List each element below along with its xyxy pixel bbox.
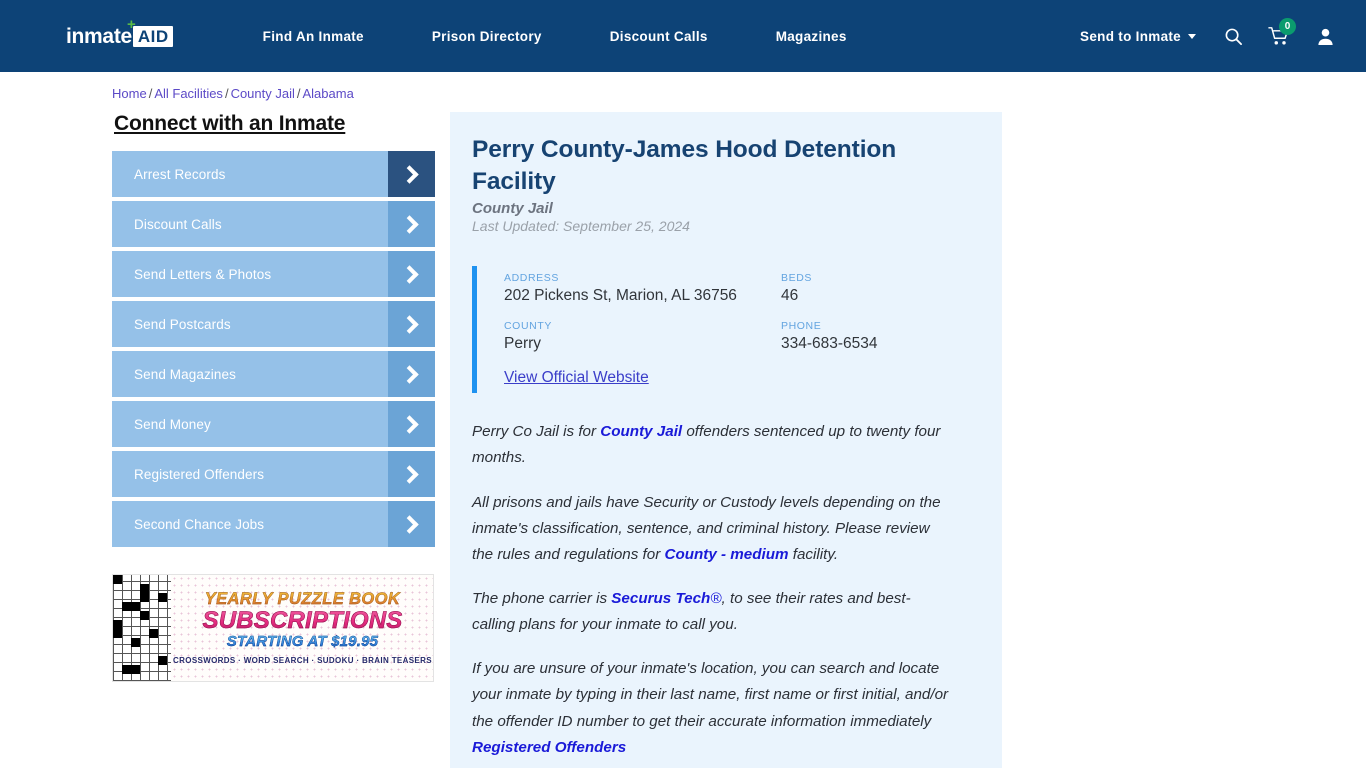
sidebar-item-send-postcards[interactable]: Send Postcards	[112, 301, 435, 347]
registered-offenders-link[interactable]: Registered Offenders	[472, 739, 626, 756]
info-label: COUNTY	[504, 319, 552, 332]
sidebar-item-send-letters-photos[interactable]: Send Letters & Photos	[112, 251, 435, 297]
chevron-right-icon	[388, 151, 435, 197]
search-icon	[1225, 28, 1242, 45]
header-actions: Send to Inmate 0	[1072, 16, 1348, 56]
ad-headline-2: SUBSCRIPTIONS	[202, 606, 403, 634]
sidebar-item-discount-calls[interactable]: Discount Calls	[112, 201, 435, 247]
p2-text-b: facility.	[788, 545, 839, 563]
chevron-right-icon	[388, 451, 435, 497]
sidebar-item-label: Send Letters & Photos	[134, 266, 272, 282]
official-website-row: View Official Website	[504, 369, 952, 387]
chevron-right-icon	[388, 351, 435, 397]
info-label: BEDS	[781, 271, 812, 284]
sidebar-item-label: Discount Calls	[134, 216, 222, 232]
chevron-right-icon	[388, 251, 435, 297]
send-to-inmate-label: Send to Inmate	[1080, 28, 1181, 44]
paragraph-3: The phone carrier is Securus Tech®, to s…	[472, 586, 952, 638]
nav-discount-calls[interactable]: Discount Calls	[576, 29, 742, 44]
site-header: inmate AID + Find An Inmate Prison Direc…	[0, 0, 1366, 72]
breadcrumb-separator: /	[148, 86, 153, 101]
breadcrumb-separator: /	[224, 86, 229, 101]
sidebar-item-send-magazines[interactable]: Send Magazines	[112, 351, 435, 397]
sidebar-item-label: Send Money	[134, 416, 211, 432]
breadcrumb-item-county-jail[interactable]: County Jail	[231, 86, 295, 101]
user-account-icon	[1317, 28, 1333, 45]
paragraph-1: Perry Co Jail is for County Jail offende…	[472, 419, 952, 471]
sidebar-item-label: Second Chance Jobs	[134, 516, 265, 532]
logo-aid-badge: AID	[132, 25, 173, 47]
breadcrumb-item-alabama[interactable]: Alabama	[303, 86, 354, 101]
ad-category-list: CROSSWORDS · WORD SEARCH · SUDOKU · BRAI…	[173, 655, 432, 665]
logo-plus-icon: +	[127, 16, 136, 33]
nav-prison-directory[interactable]: Prison Directory	[398, 29, 576, 44]
county-jail-link[interactable]: County Jail	[600, 423, 682, 440]
chevron-right-icon	[388, 401, 435, 447]
last-updated: Last Updated: September 25, 2024	[472, 217, 690, 234]
info-label: ADDRESS	[504, 271, 559, 284]
sidebar-item-registered-offenders[interactable]: Registered Offenders	[112, 451, 435, 497]
chevron-down-icon	[1188, 33, 1196, 39]
paragraph-2: All prisons and jails have Security or C…	[472, 490, 952, 568]
nav-magazines[interactable]: Magazines	[742, 29, 881, 44]
p1-text-a: Perry Co Jail is for	[472, 423, 601, 441]
breadcrumb-item-home[interactable]: Home	[112, 86, 147, 101]
p3-text-a: The phone carrier is	[472, 590, 612, 608]
info-cell-phone: PHONE 334-683-6534	[781, 320, 952, 354]
crossword-graphic	[113, 575, 171, 681]
search-button[interactable]	[1210, 16, 1256, 56]
breadcrumb: Home / All Facilities / County Jail / Alabama	[112, 86, 354, 101]
paragraph-4: If you are unsure of your inmate's locat…	[472, 656, 952, 761]
info-value: 334-683-6534	[781, 334, 878, 352]
p4-text-a: If you are unsure of your inmate's locat…	[472, 660, 949, 730]
cart-button[interactable]: 0	[1256, 16, 1302, 56]
info-label: PHONE	[781, 319, 822, 332]
ad-copy: YEARLY PUZZLE BOOK SUBSCRIPTIONS STARTIN…	[171, 575, 433, 681]
sidebar-item-arrest-records[interactable]: Arrest Records	[112, 151, 435, 197]
site-logo[interactable]: inmate AID +	[66, 17, 173, 51]
sidebar-item-label: Send Magazines	[134, 366, 236, 382]
primary-nav: Find An Inmate Prison Directory Discount…	[229, 29, 881, 44]
sidebar-item-send-money[interactable]: Send Money	[112, 401, 435, 447]
view-official-website-link[interactable]: View Official Website	[504, 369, 649, 386]
info-value: Perry	[504, 334, 542, 352]
sidebar-item-label: Arrest Records	[134, 166, 226, 182]
page-body: Home / All Facilities / County Jail / Alabama …	[0, 72, 1366, 768]
page-title: Perry County-James Hood Detention Facili…	[472, 136, 897, 195]
breadcrumb-item-all-facilities[interactable]: All Facilities	[154, 86, 223, 101]
logo-wordmark: inmate	[66, 24, 132, 48]
chevron-right-icon	[388, 201, 435, 247]
county-medium-link[interactable]: County - medium	[665, 546, 789, 563]
facility-description: Perry Co Jail is for County Jail offende…	[472, 419, 952, 761]
facility-info-box: ADDRESS 202 Pickens St, Marion, AL 36756…	[472, 265, 952, 394]
securus-tech-link[interactable]: Securus Tech	[611, 590, 710, 607]
ad-price-line: STARTING AT $19.95	[226, 633, 379, 651]
breadcrumb-separator: /	[296, 86, 301, 101]
sidebar-item-label: Send Postcards	[134, 316, 231, 332]
sidebar: Connect with an Inmate Arrest Records Di…	[112, 112, 435, 682]
info-value: 202 Pickens St, Marion, AL 36756	[504, 286, 737, 304]
facility-type: County Jail	[472, 199, 553, 217]
nav-find-an-inmate[interactable]: Find An Inmate	[229, 29, 398, 44]
sidebar-item-second-chance-jobs[interactable]: Second Chance Jobs	[112, 501, 435, 547]
info-value: 46	[781, 286, 799, 304]
facility-panel: Perry County-James Hood Detention Facili…	[450, 112, 1002, 768]
info-cell-address: ADDRESS 202 Pickens St, Marion, AL 36756	[504, 272, 781, 306]
registered-trademark-symbol: ®	[710, 590, 722, 608]
info-cell-beds: BEDS 46	[781, 272, 952, 306]
chevron-right-icon	[388, 501, 435, 547]
sidebar-item-label: Registered Offenders	[134, 466, 265, 482]
account-button[interactable]	[1302, 16, 1348, 56]
chevron-right-icon	[388, 301, 435, 347]
info-cell-county: COUNTY Perry	[504, 320, 781, 354]
send-to-inmate-dropdown[interactable]: Send to Inmate	[1072, 29, 1210, 44]
sidebar-title: Connect with an Inmate	[114, 112, 346, 135]
cart-count-badge: 0	[1279, 18, 1296, 35]
puzzle-book-ad-banner[interactable]: YEARLY PUZZLE BOOK SUBSCRIPTIONS STARTIN…	[112, 574, 434, 682]
